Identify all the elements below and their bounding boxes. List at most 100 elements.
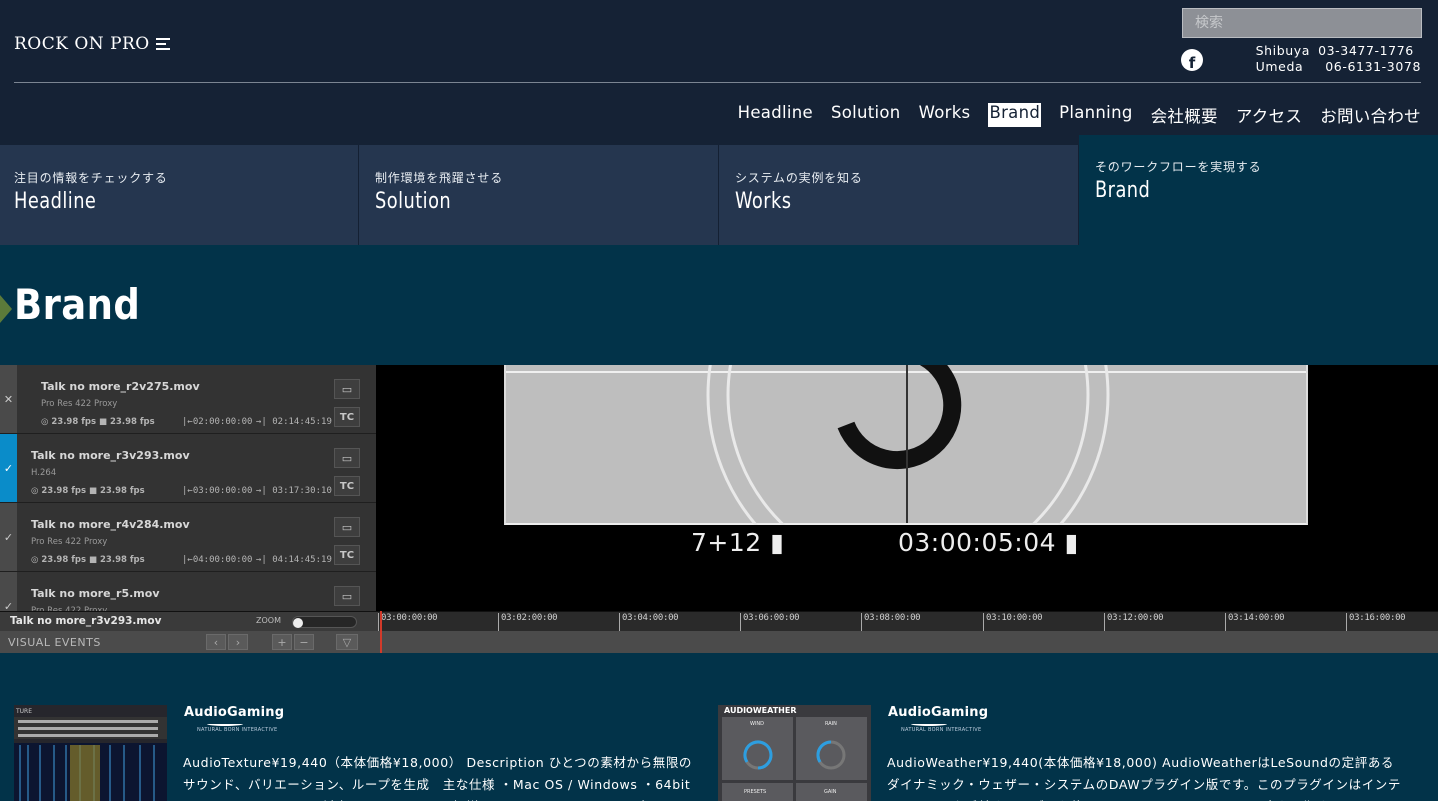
brand-logo[interactable]: AudioGaming (184, 705, 284, 720)
clip-name: Talk no more_r3v293.mov (31, 449, 190, 462)
product-description: AudioTexture¥19,440（本体価格¥18,000） Descrip… (183, 755, 693, 801)
tile-title: Headline (14, 189, 97, 214)
clip-name: Talk no more_r4v284.mov (31, 518, 190, 531)
plus-icon: + (272, 634, 292, 650)
ruler-tick: 03:00:00:00 (378, 613, 438, 631)
product-card[interactable]: TURE AudioGaming NATURAL BORN INTERACTIV… (14, 705, 704, 801)
check-icon: ✓ (0, 503, 17, 571)
tile-headline[interactable]: 注目の情報をチェックする Headline (0, 145, 359, 245)
filter-icon: ▽ (336, 634, 358, 650)
main-nav: Headline Solution Works Brand Planning 会… (738, 103, 1421, 127)
tile-works[interactable]: システムの実例を知る Works (719, 145, 1079, 245)
product-thumbnail[interactable]: AUDIOWEATHER WIND RAIN PRESETS GAIN (718, 705, 871, 801)
hero-image: ✕ Talk no more_r2v275.mov Pro Res 422 Pr… (0, 365, 1438, 653)
feet-frames-readout: 7+12 ▮ (691, 528, 785, 557)
clip-list: ✕ Talk no more_r2v275.mov Pro Res 422 Pr… (0, 365, 376, 641)
clip-format: Pro Res 422 Proxy (41, 399, 118, 409)
visual-events-bar: VISUAL EVENTS ‹ › + − ▽ (0, 631, 1438, 653)
clip-tc-in: |←04:00:00:00 (182, 555, 253, 565)
ruler-tick: 03:04:00:00 (619, 613, 679, 631)
video-viewer: 7+12 ▮ 03:00:05:04 ▮ (376, 365, 1438, 611)
tile-title: Solution (375, 189, 452, 214)
tile-brand[interactable]: そのワークフローを実現する Brand (1079, 135, 1438, 245)
nav-brand[interactable]: Brand (988, 103, 1042, 127)
clip-item: ✓ Talk no more_r3v293.mov H.264 ◎ 23.98 … (0, 434, 376, 503)
clip-item: ✓ Talk no more_r4v284.mov Pro Res 422 Pr… (0, 503, 376, 572)
tile-solution[interactable]: 制作環境を飛躍させる Solution (359, 145, 719, 245)
facebook-icon[interactable]: f (1181, 49, 1203, 71)
countdown-graphic (706, 365, 1110, 525)
contact-shibuya: Shibuya 03-3477-1776 (1255, 43, 1414, 59)
clip-name: Talk no more_r5.mov (31, 587, 160, 600)
tc-button: TC (334, 407, 360, 427)
contact-umeda: Umeda 06-6131-3078 (1255, 59, 1421, 75)
clip-name: Talk no more_r2v275.mov (41, 380, 200, 393)
svg-text:WIND: WIND (750, 721, 764, 727)
ruler-tick: 03:08:00:00 (861, 613, 921, 631)
tile-title: Works (735, 189, 792, 214)
contact-phones: Shibuya 03-3477-1776 Umeda 06-6131-3078 (1256, 43, 1421, 75)
menu-lines-icon (155, 38, 170, 50)
page-title: Brand (14, 280, 141, 329)
timeline-ruler: 03:00:00:00 03:02:00:00 03:04:00:00 03:0… (378, 612, 1438, 632)
ruler-tick: 03:10:00:00 (983, 613, 1043, 631)
visual-events-label: VISUAL EVENTS (8, 636, 101, 649)
playhead (380, 611, 382, 653)
clip-tc-in: |←02:00:00:00 (182, 417, 253, 427)
nav-planning[interactable]: Planning (1059, 103, 1132, 127)
zoom-knob (293, 618, 303, 628)
comment-icon: ▭ (334, 586, 360, 606)
brand-logo-arc (207, 722, 243, 726)
phone-link[interactable]: 03-3477-1776 (1318, 43, 1414, 59)
tile-title: Brand (1095, 178, 1151, 203)
site-header: ROCK ON PRO f Shibuya 03-3477-1776 Umeda… (0, 0, 1438, 145)
audioweather-screenshot: AUDIOWEATHER WIND RAIN PRESETS GAIN (718, 705, 871, 801)
nav-access[interactable]: アクセス (1236, 103, 1302, 127)
brand-logo[interactable]: AudioGaming (888, 705, 988, 720)
zoom-label: ZOOM (256, 616, 281, 625)
clip-fps: ◎ 23.98 fps ■ 23.98 fps (41, 417, 155, 427)
title-marker (0, 295, 12, 323)
clip-tc-out: →| 02:14:45:19 (256, 417, 332, 427)
ruler-tick: 03:02:00:00 (498, 613, 558, 631)
tile-subtitle: 制作環境を飛躍させる (375, 171, 504, 185)
site-logo[interactable]: ROCK ON PRO (14, 34, 170, 54)
product-card[interactable]: AUDIOWEATHER WIND RAIN PRESETS GAIN Audi… (718, 705, 1424, 801)
svg-text:RAIN: RAIN (825, 721, 837, 727)
nav-works[interactable]: Works (919, 103, 971, 127)
chevron-right-icon: › (228, 634, 248, 650)
brand-tagline: NATURAL BORN INTERACTIVE (197, 727, 278, 733)
clip-tc-out: →| 04:14:45:19 (256, 555, 332, 565)
clip-fps: ◎ 23.98 fps ■ 23.98 fps (31, 555, 145, 565)
zoom-slider (292, 616, 357, 628)
timecode-readout: 03:00:05:04 ▮ (898, 528, 1079, 557)
tile-subtitle: 注目の情報をチェックする (14, 171, 168, 185)
ruler-tick: 03:12:00:00 (1104, 613, 1164, 631)
category-tiles: 注目の情報をチェックする Headline 制作環境を飛躍させる Solutio… (0, 135, 1438, 245)
tc-button: TC (334, 545, 360, 565)
phone-link[interactable]: 06-6131-3078 (1325, 59, 1421, 75)
nav-solution[interactable]: Solution (831, 103, 901, 127)
comment-icon: ▭ (334, 448, 360, 468)
comment-icon: ▭ (334, 517, 360, 537)
product-thumbnail[interactable]: TURE (14, 705, 167, 801)
nav-contact[interactable]: お問い合わせ (1320, 103, 1421, 127)
ruler-tick: 03:14:00:00 (1225, 613, 1285, 631)
check-icon: ✓ (0, 434, 17, 502)
clip-fps: ◎ 23.98 fps ■ 23.98 fps (31, 486, 145, 496)
clip-item: ✕ Talk no more_r2v275.mov Pro Res 422 Pr… (0, 365, 376, 434)
timeline-clip-name: Talk no more_r3v293.mov (10, 615, 162, 627)
chevron-left-icon: ‹ (206, 634, 226, 650)
search-input[interactable] (1182, 8, 1422, 38)
audiotexture-screenshot: TURE (14, 705, 167, 801)
timeline-bar: Talk no more_r3v293.mov ZOOM 03:00:00:00… (0, 611, 1438, 632)
ruler-tick: 03:16:00:00 (1346, 613, 1406, 631)
tile-subtitle: システムの実例を知る (735, 171, 863, 185)
nav-company[interactable]: 会社概要 (1151, 103, 1218, 127)
nav-headline[interactable]: Headline (738, 103, 813, 127)
clip-tc-out: →| 03:17:30:10 (256, 486, 332, 496)
logo-text: ROCK ON PRO (14, 34, 150, 54)
close-icon: ✕ (0, 365, 17, 433)
svg-text:AUDIOWEATHER: AUDIOWEATHER (724, 706, 797, 715)
comment-icon: ▭ (334, 379, 360, 399)
